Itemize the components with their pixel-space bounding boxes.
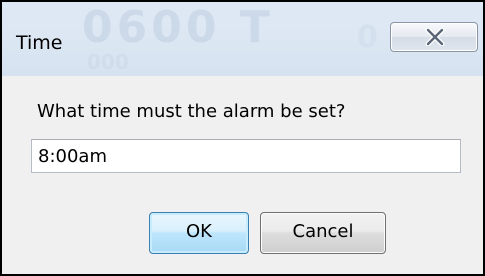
title-bar[interactable]: 0600 T 000 0 Time [2,2,483,76]
cancel-button[interactable]: Cancel [260,212,386,254]
close-icon [425,28,445,46]
ok-button[interactable]: OK [149,212,249,254]
background-ghost-text: 0600 T [82,2,274,53]
dialog-title: Time [16,32,63,54]
time-input[interactable] [31,139,461,173]
background-ghost-text: 0 [357,20,378,55]
dialog-content: What time must the alarm be set? OK Canc… [2,76,483,274]
prompt-label: What time must the alarm be set? [37,101,346,122]
time-dialog: 0600 T 000 0 Time What time must the ala… [0,0,485,276]
close-button[interactable] [390,22,478,52]
background-ghost-text: 000 [87,50,129,74]
